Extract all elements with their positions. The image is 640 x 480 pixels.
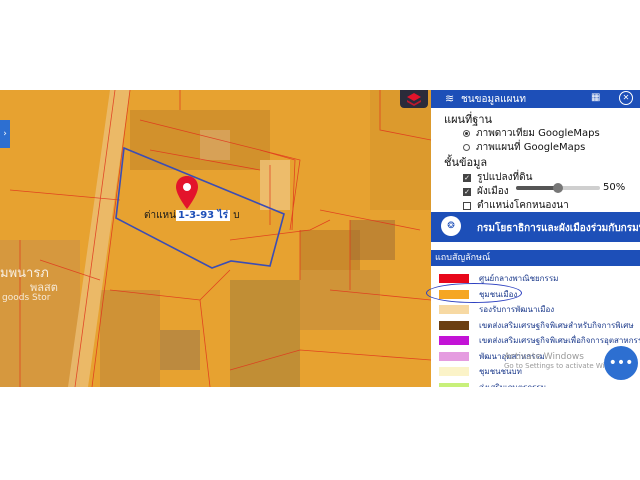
basemap-option-label: ภาพดาวเทียม GoogleMaps bbox=[476, 128, 600, 139]
layers-toggle-button[interactable] bbox=[400, 90, 428, 108]
legend-label: รองรับการพัฒนาเมือง bbox=[479, 305, 555, 314]
legend-swatch bbox=[439, 382, 469, 387]
parcel-label-suffix: บ bbox=[233, 210, 240, 221]
panel-header-title: ชนขอมูลแผนท bbox=[461, 94, 526, 105]
map-drawing bbox=[0, 90, 431, 387]
parcel-label-prefix: ต่าแหน่ bbox=[144, 210, 176, 221]
opacity-value: 50% bbox=[603, 182, 626, 193]
basemap-option-label: ภาพแผนที่ GoogleMaps bbox=[476, 142, 586, 153]
layer-khoknongna[interactable]: ตำแหน่งโคกหนองนา bbox=[463, 198, 569, 213]
layer-label: รูปแปลงที่ดิน bbox=[477, 172, 533, 183]
layers-section-title: ชั้นข้อมูล bbox=[444, 156, 488, 169]
map-pin-icon[interactable] bbox=[174, 175, 200, 211]
close-icon[interactable]: ✕ bbox=[619, 91, 633, 105]
map-view[interactable]: › ต่าแหน่ 1-3-93 ไร่ บ มพนารภ พลสต goods … bbox=[0, 90, 431, 387]
legend-item: เขตส่งเสริมเศรษฐกิจพิเศษเพื่อกิจการอุตสา… bbox=[439, 334, 640, 347]
checkbox-unchecked-icon[interactable] bbox=[463, 201, 471, 210]
more-dots-icon: ••• bbox=[608, 355, 634, 371]
layers-icon bbox=[407, 93, 421, 106]
basemap-option-satellite[interactable]: ภาพดาวเทียม GoogleMaps bbox=[463, 126, 600, 141]
layer-panel: ≋ ชนขอมูลแผนท ▦ ✕ แผนที่ฐาน ภาพดาวเทียม … bbox=[431, 90, 640, 387]
department-seal-icon: ❂ bbox=[441, 216, 461, 236]
layer-label: ผังเมือง bbox=[477, 186, 509, 197]
checkbox-checked-icon[interactable]: ✓ bbox=[463, 173, 471, 182]
opacity-slider-fill bbox=[516, 186, 558, 190]
layer-parcels[interactable]: ✓ รูปแปลงที่ดิน bbox=[463, 170, 532, 185]
radio-selected-icon[interactable] bbox=[463, 130, 470, 137]
legend-swatch bbox=[439, 367, 469, 376]
legend-label: เขตส่งเสริมเศรษฐกิจพิเศษเพื่อกิจการอุตสา… bbox=[479, 336, 640, 345]
legend-swatch bbox=[439, 305, 469, 314]
opacity-slider[interactable] bbox=[516, 183, 600, 193]
legend-swatch bbox=[439, 351, 469, 361]
parcel-area-unit: ไร่ bbox=[217, 210, 229, 221]
watermark-title: Activate Windows bbox=[504, 352, 584, 362]
legend-swatch bbox=[439, 336, 469, 345]
more-options-button[interactable]: ••• bbox=[604, 346, 638, 380]
left-panel-toggle-icon[interactable]: › bbox=[0, 120, 10, 148]
legend-item: เขตส่งเสริมเศรษฐกิจพิเศษสำหรับกิจการพิเศ… bbox=[439, 319, 634, 332]
layer-label: ตำแหน่งโคกหนองนา bbox=[477, 200, 569, 211]
parcel-area-label: ต่าแหน่ 1-3-93 ไร่ บ bbox=[144, 208, 240, 223]
legend-swatch bbox=[439, 320, 469, 330]
legend-item: ส่งเสริมเกษตรกรรม bbox=[439, 381, 547, 388]
layer-cityplan[interactable]: ✓ ผังเมือง bbox=[463, 184, 509, 199]
department-title: กรมโยธาธิการและผังเมืองร่วมกับกรมที่ดิน bbox=[477, 223, 640, 234]
opacity-slider-thumb[interactable] bbox=[553, 183, 563, 193]
panel-header: ≋ ชนขอมูลแผนท ▦ ✕ bbox=[431, 90, 640, 108]
checkbox-checked-icon[interactable]: ✓ bbox=[463, 187, 471, 196]
legend-label: เขตส่งเสริมเศรษฐกิจพิเศษสำหรับกิจการพิเศ… bbox=[479, 320, 634, 330]
shop-sign-line3: goods Stor bbox=[2, 293, 51, 303]
radio-unselected-icon[interactable] bbox=[463, 144, 470, 151]
stack-icon: ≋ bbox=[445, 92, 455, 105]
parcel-area-value: 1-3-93 ไร่ bbox=[175, 210, 231, 221]
legend-title: แถบสัญลักษณ์ bbox=[431, 250, 640, 266]
legend-item: รองรับการพัฒนาเมือง bbox=[439, 303, 554, 316]
department-banner: ❂ กรมโยธาธิการและผังเมืองร่วมกับกรมที่ดิ… bbox=[431, 212, 640, 242]
parcel-area-number: 1-3-93 bbox=[177, 210, 215, 221]
highlight-circle bbox=[426, 283, 522, 303]
legend-label: ส่งเสริมเกษตรกรรม bbox=[479, 382, 547, 388]
legend-swatch bbox=[439, 274, 469, 283]
grid-icon[interactable]: ▦ bbox=[591, 92, 600, 103]
app-frame: › ต่าแหน่ 1-3-93 ไร่ บ มพนารภ พลสต goods … bbox=[0, 90, 640, 387]
